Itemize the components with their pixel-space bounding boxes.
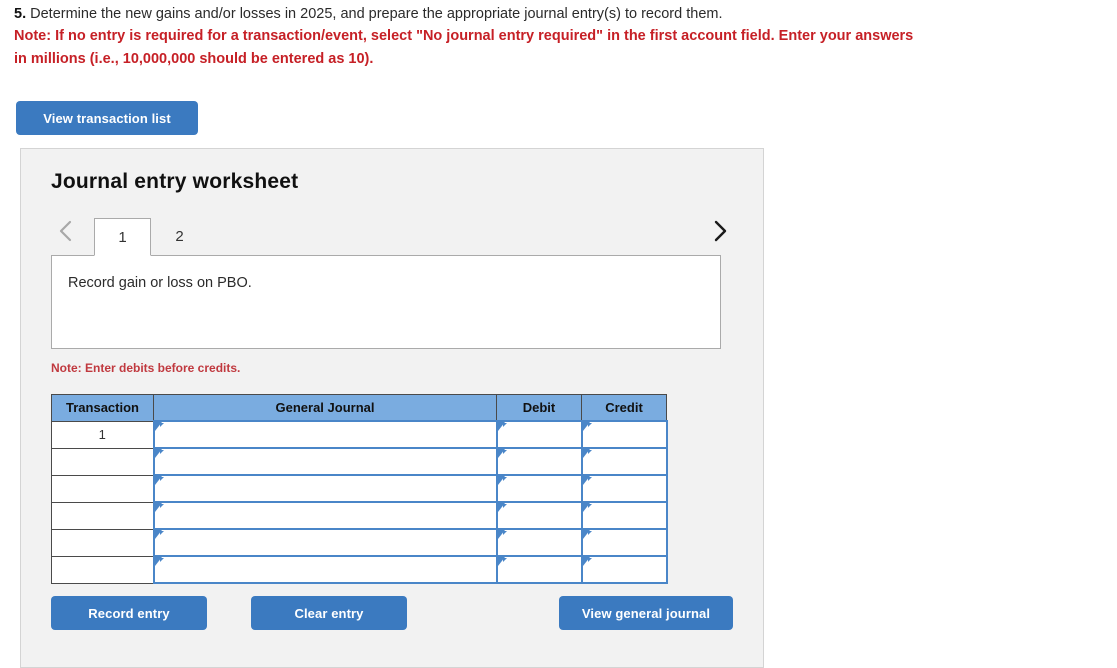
table-header-row: Transaction General Journal Debit Credit	[51, 394, 667, 422]
dropdown-flag-tip-icon	[502, 558, 507, 562]
entry-description-text: Record gain or loss on PBO.	[68, 275, 252, 291]
table-row	[51, 555, 668, 584]
cell-credit-input[interactable]	[580, 420, 668, 449]
question-line: 5. Determine the new gains and/or losses…	[14, 4, 1099, 25]
cell-general-journal-input[interactable]	[152, 420, 498, 449]
cell-general-journal-input[interactable]	[152, 555, 498, 584]
question-number: 5.	[14, 6, 27, 22]
tab-entry-2-label: 2	[175, 227, 184, 245]
view-transaction-list-button[interactable]: View transaction list	[16, 101, 198, 135]
tab-entry-1-label: 1	[118, 228, 127, 246]
question-note-line-2: in millions (i.e., 10,000,000 should be …	[14, 50, 374, 67]
dropdown-flag-tip-icon	[502, 477, 507, 481]
cell-credit-input[interactable]	[580, 528, 668, 557]
question-note-line-1: Note: If no entry is required for a tran…	[14, 28, 914, 44]
journal-entry-worksheet-panel: Journal entry worksheet 1 2 Record gain …	[20, 148, 764, 668]
entry-description-box: Record gain or loss on PBO.	[51, 255, 721, 349]
dropdown-flag-tip-icon	[502, 450, 507, 454]
view-general-journal-button[interactable]: View general journal	[559, 596, 733, 630]
cell-transaction	[51, 502, 154, 530]
dropdown-flag-tip-icon	[159, 450, 164, 454]
chevron-left-icon	[58, 219, 74, 243]
column-header-transaction: Transaction	[51, 394, 154, 422]
dropdown-flag-tip-icon	[587, 423, 592, 427]
cell-debit-input[interactable]	[495, 501, 583, 530]
record-entry-button[interactable]: Record entry	[51, 596, 207, 630]
cell-debit-input[interactable]	[495, 447, 583, 476]
dropdown-flag-tip-icon	[587, 558, 592, 562]
worksheet-tabs: 1 2	[51, 208, 735, 256]
dropdown-flag-tip-icon	[502, 423, 507, 427]
dropdown-flag-tip-icon	[587, 450, 592, 454]
table-row	[51, 501, 668, 530]
table-row	[51, 528, 668, 557]
column-header-general-journal: General Journal	[153, 394, 497, 422]
cell-debit-input[interactable]	[495, 420, 583, 449]
cell-transaction	[51, 529, 154, 557]
prev-entry-button[interactable]	[51, 208, 81, 254]
cell-general-journal-input[interactable]	[152, 447, 498, 476]
tab-entry-2[interactable]: 2	[151, 218, 208, 254]
table-row	[51, 447, 668, 476]
dropdown-flag-tip-icon	[502, 531, 507, 535]
dropdown-flag-tip-icon	[587, 504, 592, 508]
cell-credit-input[interactable]	[580, 555, 668, 584]
cell-transaction: 1	[51, 421, 154, 449]
cell-credit-input[interactable]	[580, 501, 668, 530]
table-row	[51, 474, 668, 503]
next-entry-button[interactable]	[705, 208, 735, 254]
cell-debit-input[interactable]	[495, 555, 583, 584]
chevron-right-icon	[712, 219, 728, 243]
cell-transaction	[51, 475, 154, 503]
dropdown-flag-tip-icon	[159, 504, 164, 508]
cell-general-journal-input[interactable]	[152, 474, 498, 503]
cell-debit-input[interactable]	[495, 474, 583, 503]
cell-transaction	[51, 556, 154, 584]
dropdown-flag-tip-icon	[587, 531, 592, 535]
journal-entry-table: Transaction General Journal Debit Credit…	[51, 394, 668, 584]
dropdown-flag-tip-icon	[159, 558, 164, 562]
cell-debit-input[interactable]	[495, 528, 583, 557]
cell-general-journal-input[interactable]	[152, 501, 498, 530]
dropdown-flag-tip-icon	[159, 477, 164, 481]
question-block: 5. Determine the new gains and/or losses…	[14, 4, 1099, 70]
cell-transaction	[51, 448, 154, 476]
dropdown-flag-tip-icon	[587, 477, 592, 481]
column-header-credit: Credit	[581, 394, 667, 422]
table-row: 1	[51, 420, 668, 449]
dropdown-flag-tip-icon	[502, 504, 507, 508]
clear-entry-button[interactable]: Clear entry	[251, 596, 407, 630]
note-enter-debits-before-credits: Note: Enter debits before credits.	[51, 361, 241, 375]
dropdown-flag-tip-icon	[159, 423, 164, 427]
dropdown-flag-tip-icon	[159, 531, 164, 535]
cell-general-journal-input[interactable]	[152, 528, 498, 557]
tab-entry-1[interactable]: 1	[94, 218, 151, 256]
column-header-debit: Debit	[496, 394, 582, 422]
cell-credit-input[interactable]	[580, 474, 668, 503]
worksheet-title: Journal entry worksheet	[51, 170, 299, 193]
cell-credit-input[interactable]	[580, 447, 668, 476]
question-text: Determine the new gains and/or losses in…	[30, 6, 723, 22]
